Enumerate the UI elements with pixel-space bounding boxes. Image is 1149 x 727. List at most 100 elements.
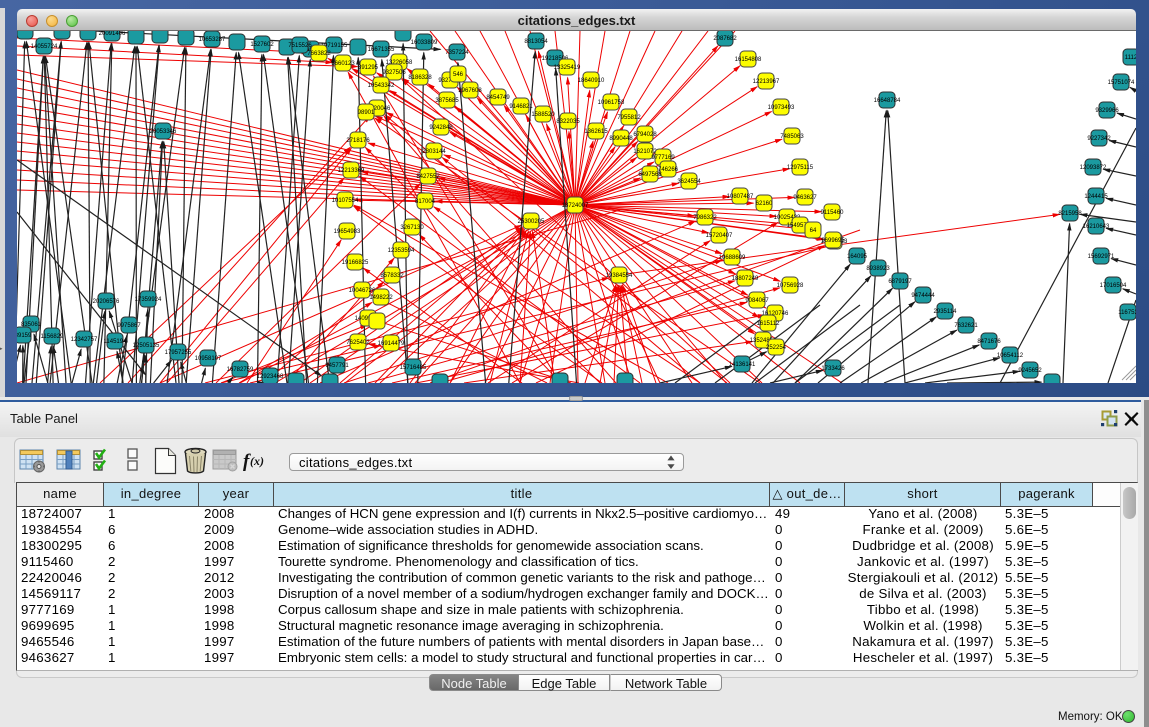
- svg-text:10973493: 10973493: [768, 105, 795, 111]
- svg-text:10958107: 10958107: [195, 356, 222, 362]
- svg-text:8471676: 8471676: [977, 339, 1001, 345]
- svg-text:10654112: 10654112: [997, 353, 1024, 359]
- svg-text:16154808: 16154808: [735, 57, 762, 63]
- svg-text:1498222: 1498222: [369, 295, 393, 301]
- svg-text:64: 64: [810, 228, 817, 234]
- svg-text:9975867: 9975867: [117, 323, 141, 329]
- svg-text:252254: 252254: [766, 345, 787, 351]
- svg-text:8813054: 8813054: [524, 39, 548, 45]
- svg-text:10961758: 10961758: [598, 100, 625, 106]
- svg-text:18724007: 18724007: [562, 203, 589, 209]
- svg-text:10107554: 10107554: [332, 198, 359, 204]
- svg-text:12353594: 12353594: [388, 248, 415, 254]
- svg-text:1362615: 1362615: [584, 129, 608, 135]
- svg-text:14136141: 14136141: [729, 362, 756, 368]
- svg-text:3875685: 3875685: [435, 98, 459, 104]
- svg-text:15716485: 15716485: [400, 365, 427, 371]
- svg-text:15720407: 15720407: [706, 233, 733, 239]
- svg-text:1733426: 1733426: [821, 366, 845, 372]
- svg-text:39159: 39159: [17, 333, 32, 339]
- svg-text:16210643: 16210643: [1083, 224, 1110, 230]
- svg-text:546: 546: [453, 72, 464, 78]
- svg-text:7632621: 7632621: [954, 323, 978, 329]
- svg-text:19384554: 19384554: [606, 273, 633, 279]
- svg-text:20206576: 20206576: [93, 299, 120, 305]
- svg-text:15751074: 15751074: [1108, 80, 1135, 86]
- svg-text:9327506: 9327506: [382, 70, 406, 76]
- svg-text:817004: 817004: [415, 199, 436, 205]
- svg-text:12093872: 12093872: [1080, 165, 1107, 171]
- svg-text:12975115: 12975115: [787, 165, 814, 171]
- svg-text:9699695: 9699695: [821, 238, 845, 244]
- svg-text:12505135: 12505135: [133, 343, 160, 349]
- svg-text:16914479: 16914479: [378, 341, 405, 347]
- svg-text:8990448: 8990448: [609, 136, 633, 142]
- svg-text:10046726: 10046726: [349, 288, 376, 294]
- svg-text:18807249: 18807249: [732, 276, 759, 282]
- svg-text:17016504: 17016504: [1100, 283, 1127, 289]
- svg-text:2803144: 2803144: [422, 149, 446, 155]
- svg-text:116753: 116753: [1118, 310, 1136, 316]
- svg-text:6794028: 6794028: [633, 132, 657, 138]
- svg-text:98901: 98901: [358, 110, 375, 116]
- svg-text:16782759: 16782759: [227, 367, 254, 373]
- svg-text:7986322: 7986322: [693, 215, 717, 221]
- svg-text:15692971: 15692971: [1088, 254, 1115, 260]
- svg-text:1145194: 1145194: [104, 339, 128, 345]
- svg-text:17359924: 17359924: [135, 297, 162, 303]
- svg-text:8454749: 8454749: [486, 95, 510, 101]
- svg-text:16033809: 16033809: [411, 40, 438, 46]
- svg-text:6879197: 6879197: [888, 279, 912, 285]
- svg-text:891295: 891295: [358, 65, 379, 71]
- svg-text:2967608: 2967608: [458, 88, 482, 94]
- svg-text:13325419: 13325419: [554, 65, 581, 71]
- svg-text:14055724: 14055724: [31, 44, 58, 50]
- svg-text:10653287: 10653287: [199, 37, 226, 43]
- svg-text:7625402: 7625402: [346, 340, 370, 346]
- svg-text:20053346: 20053346: [150, 129, 177, 135]
- svg-text:20091406: 20091406: [99, 31, 126, 37]
- svg-text:2087682: 2087682: [713, 36, 737, 42]
- svg-text:9227342: 9227342: [1087, 136, 1111, 142]
- svg-text:12213967: 12213967: [753, 79, 780, 85]
- svg-text:1615112: 1615112: [757, 321, 781, 327]
- svg-text:9474444: 9474444: [911, 293, 935, 299]
- svg-text:10807487: 10807487: [727, 194, 754, 200]
- svg-text:9463627: 9463627: [793, 195, 817, 201]
- svg-text:1527602: 1527602: [250, 42, 274, 48]
- svg-text:8186328: 8186328: [408, 75, 432, 81]
- svg-text:8660123: 8660123: [331, 61, 355, 67]
- svg-text:164095: 164095: [847, 254, 868, 260]
- svg-text:19166825: 19166825: [342, 260, 369, 266]
- svg-text:9777169: 9777169: [651, 155, 675, 161]
- svg-text:8427552: 8427552: [416, 174, 440, 180]
- svg-text:19654983: 19654983: [334, 229, 361, 235]
- svg-text:9457791: 9457791: [325, 363, 349, 369]
- svg-text:6497568: 6497568: [638, 172, 662, 178]
- svg-text:12213369: 12213369: [338, 168, 365, 174]
- svg-text:8322035: 8322035: [556, 119, 580, 125]
- svg-text:7515526: 7515526: [288, 43, 312, 49]
- svg-text:9115460: 9115460: [821, 210, 845, 216]
- svg-text:7485063: 7485063: [780, 134, 804, 140]
- svg-text:2935114: 2935114: [934, 309, 958, 315]
- svg-text:1588520: 1588520: [531, 112, 555, 118]
- svg-text:9329966: 9329966: [1095, 108, 1119, 114]
- svg-text:3267130: 3267130: [400, 225, 424, 231]
- svg-text:9245652: 9245652: [1018, 368, 1042, 374]
- svg-text:9084067: 9084067: [745, 298, 769, 304]
- svg-text:16648784: 16648784: [874, 98, 901, 104]
- svg-text:7357224: 7357224: [445, 50, 469, 56]
- svg-text:9146821: 9146821: [509, 104, 533, 110]
- svg-text:12923468: 12923468: [257, 374, 284, 380]
- svg-text:9242848: 9242848: [429, 125, 453, 131]
- svg-text:2718176: 2718176: [346, 138, 370, 144]
- svg-text:3624554: 3624554: [677, 179, 701, 185]
- svg-text:8938923: 8938923: [866, 266, 890, 272]
- svg-text:10688609: 10688609: [719, 255, 746, 261]
- svg-text:8578332: 8578332: [380, 273, 404, 279]
- svg-text:(x): (x): [250, 454, 264, 468]
- svg-text:7955812: 7955812: [617, 115, 641, 121]
- svg-text:18640910: 18640910: [578, 78, 605, 84]
- svg-text:12342757: 12342757: [71, 337, 98, 343]
